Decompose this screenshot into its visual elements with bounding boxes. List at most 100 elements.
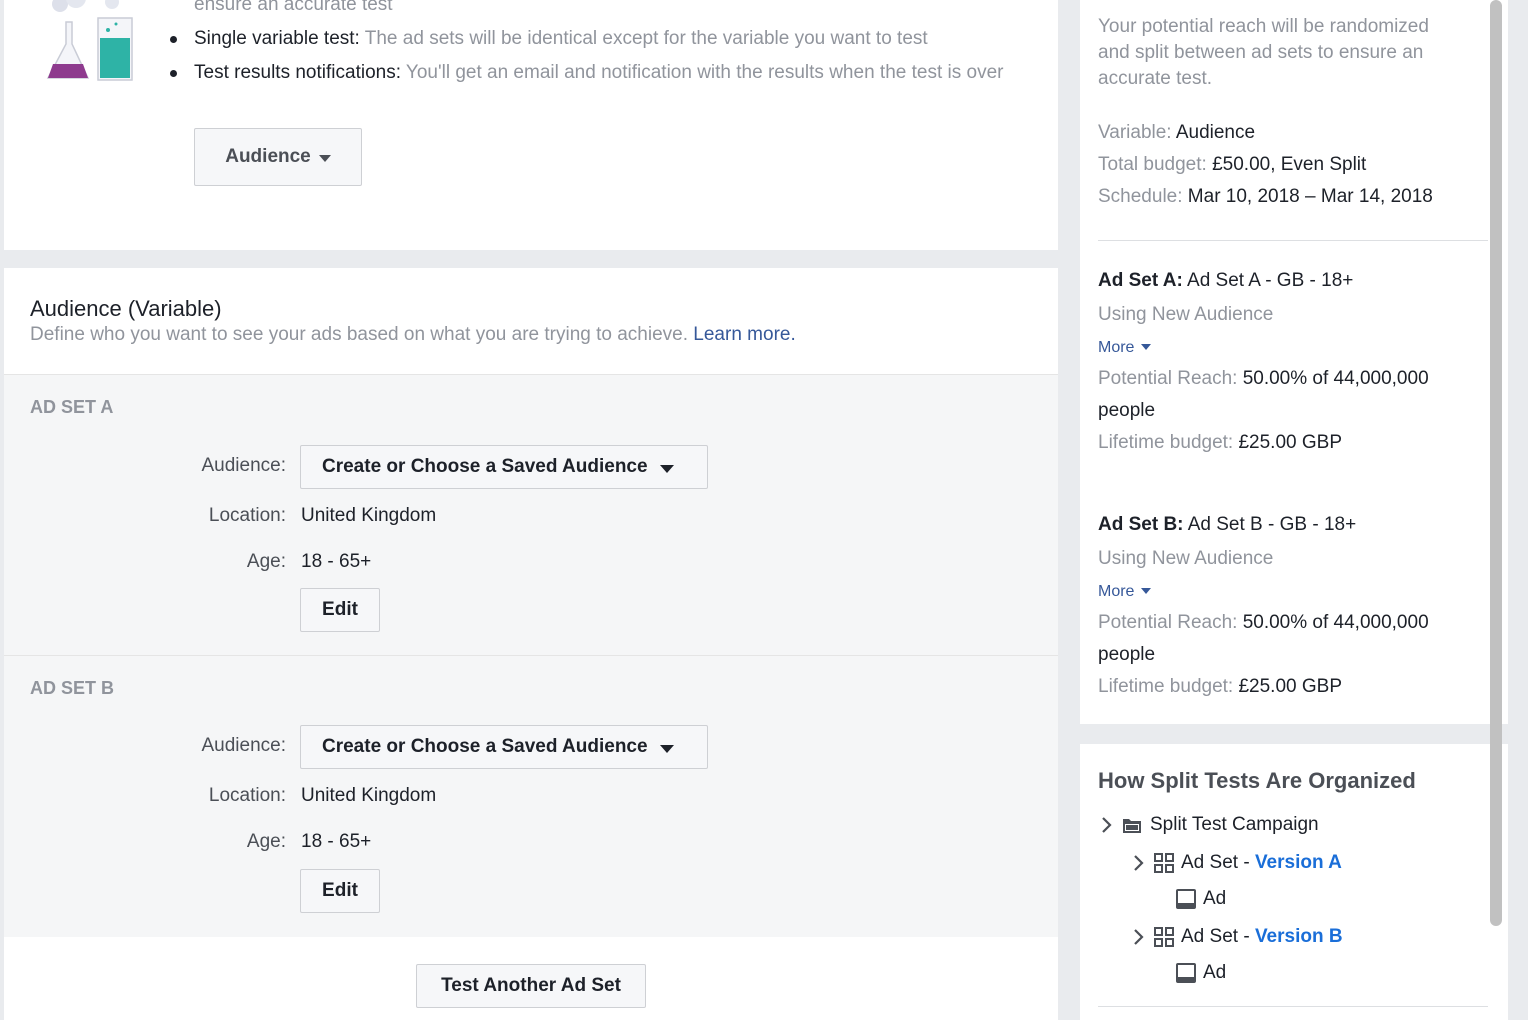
caret-down-icon xyxy=(659,464,674,473)
summary-label: Potential Reach: xyxy=(1098,612,1238,633)
lifetime-budget: Lifetime budget: £25.00 GBP xyxy=(1098,432,1342,454)
split-test-summary-panel: Your potential reach will be randomized … xyxy=(1080,0,1508,724)
organization-title: How Split Tests Are Organized xyxy=(1098,768,1416,793)
more-label: More xyxy=(1098,583,1135,600)
feature-list: ensure an accurate test Single variable … xyxy=(170,0,1024,86)
tree-ad-label: Ad xyxy=(1203,888,1227,909)
bullet-notifications: Test results notifications: You'll get a… xyxy=(170,60,1024,86)
summary-variable: Variable: Audience xyxy=(1098,122,1255,144)
tree-ad-set-prefix: Ad Set - xyxy=(1181,852,1250,873)
divider xyxy=(1098,1006,1488,1007)
summary-value: Ad Set B - GB - 18+ xyxy=(1183,514,1357,535)
section-description: Define who you want to see your ads base… xyxy=(30,324,796,346)
folder-icon xyxy=(1123,819,1141,833)
caret-down-icon xyxy=(318,155,331,162)
test-another-ad-set-button[interactable]: Test Another Ad Set xyxy=(416,964,646,1008)
ad-icon xyxy=(1176,889,1196,909)
summary-value: £25.00 GBP xyxy=(1233,676,1342,697)
potential-reach: Potential Reach: 50.00% of 44,000,000 xyxy=(1098,612,1429,634)
summary-label: Lifetime budget: xyxy=(1098,432,1234,453)
reach-note-line: accurate test. xyxy=(1098,68,1213,89)
audience-variable-card: Audience (Variable) Define who you want … xyxy=(4,268,1058,1020)
age-value: 18 - 65+ xyxy=(301,551,372,572)
audience-note: Using New Audience xyxy=(1098,548,1274,569)
tree-ad-label: Ad xyxy=(1203,962,1227,983)
tree-version-label: Version B xyxy=(1254,926,1343,947)
summary-ad-set-a-name: Ad Set A: Ad Set A - GB - 18+ xyxy=(1098,270,1353,292)
section-title: Audience (Variable) xyxy=(30,296,222,321)
learn-more-link[interactable]: Learn more. xyxy=(693,324,795,345)
reach-note-line: and split between ad sets to ensure an xyxy=(1098,42,1424,63)
summary-label: Schedule: xyxy=(1098,186,1183,207)
summary-ad-set-b-name: Ad Set B: Ad Set B - GB - 18+ xyxy=(1098,514,1356,536)
audience-label: Audience: xyxy=(201,455,286,476)
summary-label: Total budget: xyxy=(1098,154,1207,175)
tree-ad-b[interactable]: Ad xyxy=(1176,962,1226,984)
more-link[interactable]: More xyxy=(1098,339,1152,357)
location-label: Location: xyxy=(208,785,286,806)
tree-ad-set-prefix: Ad Set - xyxy=(1181,926,1250,947)
potential-reach-unit: people xyxy=(1098,400,1156,421)
tree-ad-set-a[interactable]: Ad Set - Version A xyxy=(1132,852,1342,874)
chevron-right-icon xyxy=(1134,929,1144,945)
summary-budget: Total budget: £50.00, Even Split xyxy=(1098,154,1366,176)
split-test-organization-panel: How Split Tests Are Organized Split Test… xyxy=(1080,744,1508,1020)
summary-value: £50.00, Even Split xyxy=(1206,154,1367,175)
bullet-label: Test results notifications: xyxy=(194,62,401,83)
caret-down-icon xyxy=(659,744,674,753)
summary-value: Mar 10, 2018 – Mar 14, 2018 xyxy=(1182,186,1433,207)
tree-ad-a[interactable]: Ad xyxy=(1176,888,1226,910)
audience-select-value: Create or Choose a Saved Audience xyxy=(322,456,648,477)
ad-set-b-panel: AD SET B Audience: Create or Choose a Sa… xyxy=(4,655,1058,937)
ad-set-a-panel: AD SET A Audience: Create or Choose a Sa… xyxy=(4,374,1058,655)
summary-value: £25.00 GBP xyxy=(1233,432,1342,453)
summary-label: Lifetime budget: xyxy=(1098,676,1234,697)
more-label: More xyxy=(1098,339,1135,356)
ad-icon xyxy=(1176,963,1196,983)
divider xyxy=(1098,240,1488,241)
vertical-scrollbar[interactable] xyxy=(1490,0,1502,926)
chevron-right-icon xyxy=(1134,855,1144,871)
audience-label: Audience: xyxy=(201,735,286,756)
edit-button[interactable]: Edit xyxy=(300,869,380,913)
more-link[interactable]: More xyxy=(1098,583,1152,601)
audience-select-value: Create or Choose a Saved Audience xyxy=(322,736,648,757)
summary-value: 50.00% of 44,000,000 xyxy=(1237,368,1429,389)
audience-note: Using New Audience xyxy=(1098,304,1274,325)
summary-label: Ad Set A: xyxy=(1098,270,1183,291)
reach-note-line: Your potential reach will be randomized xyxy=(1098,16,1429,37)
age-label: Age: xyxy=(246,551,286,572)
audience-select[interactable]: Create or Choose a Saved Audience xyxy=(300,445,708,489)
location-label: Location: xyxy=(208,505,286,526)
potential-reach-unit: people xyxy=(1098,644,1156,665)
tree-campaign[interactable]: Split Test Campaign xyxy=(1100,814,1319,836)
location-value: United Kingdom xyxy=(301,505,437,526)
audience-select[interactable]: Create or Choose a Saved Audience xyxy=(300,725,708,769)
bullet-single-variable: Single variable test: The ad sets will b… xyxy=(170,26,1024,52)
summary-label: Ad Set B: xyxy=(1098,514,1184,535)
split-test-flask-icon xyxy=(46,0,133,81)
summary-value: Audience xyxy=(1171,122,1256,143)
variable-dropdown-button[interactable]: Audience xyxy=(194,128,362,186)
tree-ad-set-b[interactable]: Ad Set - Version B xyxy=(1132,926,1343,948)
summary-schedule: Schedule: Mar 10, 2018 – Mar 14, 2018 xyxy=(1098,186,1433,208)
potential-reach: Potential Reach: 50.00% of 44,000,000 xyxy=(1098,368,1429,390)
lifetime-budget: Lifetime budget: £25.00 GBP xyxy=(1098,676,1342,698)
description-text: Define who you want to see your ads base… xyxy=(30,324,694,345)
summary-label: Potential Reach: xyxy=(1098,368,1238,389)
chevron-right-icon xyxy=(1102,817,1112,833)
summary-value: Ad Set A - GB - 18+ xyxy=(1182,270,1354,291)
summary-value: 50.00% of 44,000,000 xyxy=(1237,612,1429,633)
age-label: Age: xyxy=(246,831,286,852)
tree-campaign-label: Split Test Campaign xyxy=(1150,814,1319,835)
grid-icon xyxy=(1154,927,1174,947)
ad-set-label: AD SET A xyxy=(30,397,114,417)
ad-set-label: AD SET B xyxy=(30,678,115,698)
summary-label: Variable: xyxy=(1098,122,1172,143)
variable-dropdown-label: Audience xyxy=(225,146,311,167)
tree-version-label: Version A xyxy=(1254,852,1342,873)
caret-down-icon xyxy=(1141,588,1152,594)
edit-button[interactable]: Edit xyxy=(300,588,380,632)
bullet-text: You'll get an email and notification wit… xyxy=(400,62,1004,83)
bullet-label: Single variable test: xyxy=(194,28,360,49)
